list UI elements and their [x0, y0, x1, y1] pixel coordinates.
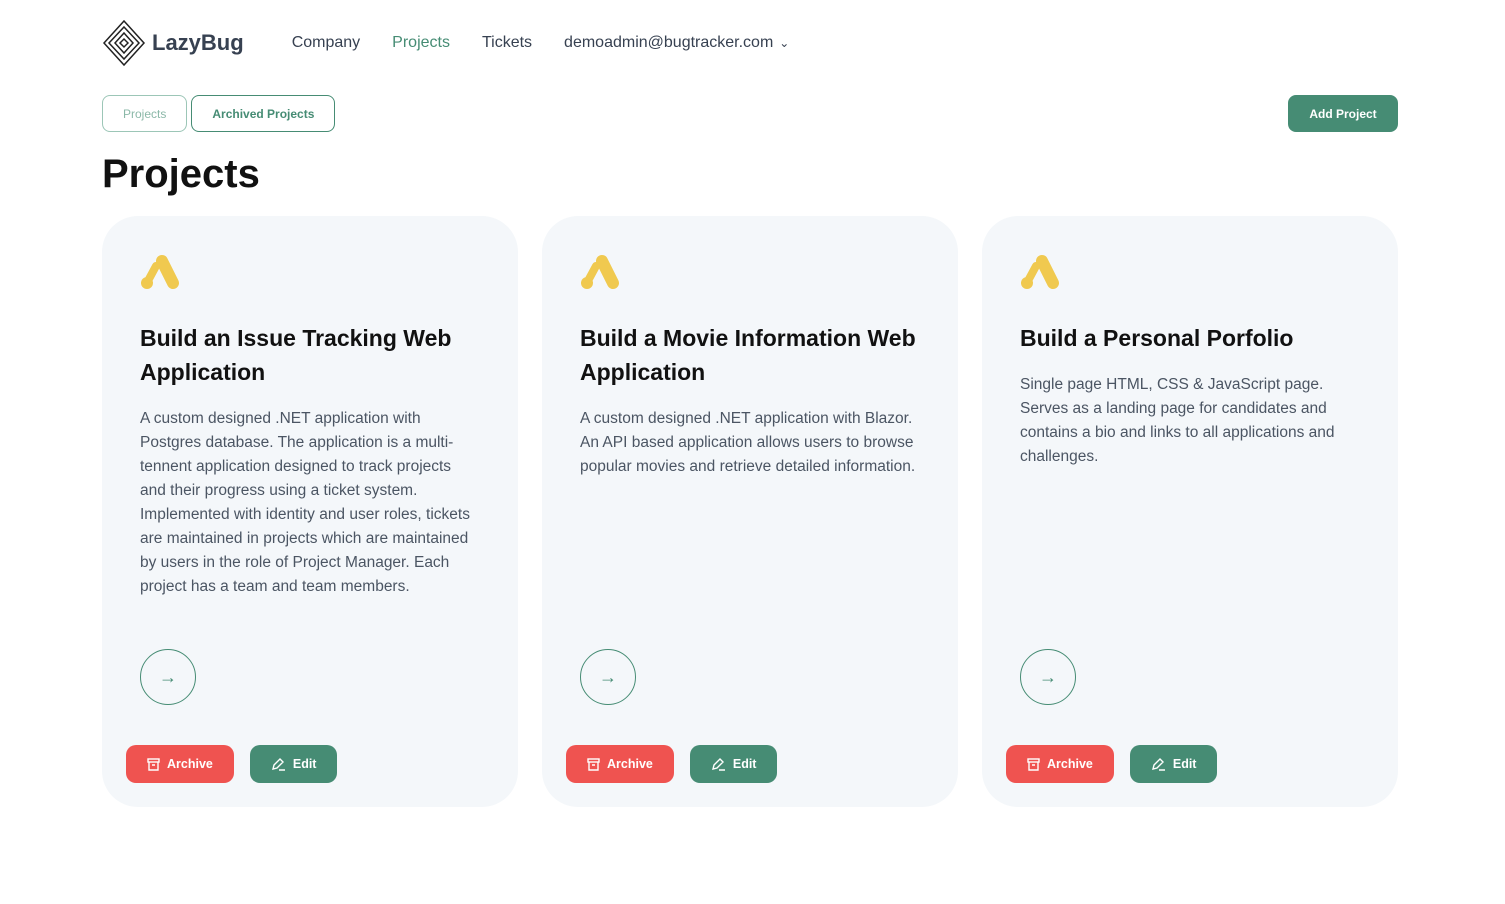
archive-button[interactable]: Archive — [566, 745, 674, 783]
archive-box-icon — [587, 757, 600, 771]
brand-logo[interactable]: LazyBug — [102, 19, 244, 67]
project-card: Build an Issue Tracking Web Application … — [102, 216, 518, 807]
user-menu[interactable]: demoadmin@bugtracker.com ⌄ — [564, 34, 789, 52]
open-project-button[interactable]: → — [580, 649, 636, 705]
open-project-button[interactable]: → — [140, 649, 196, 705]
archive-label: Archive — [167, 757, 213, 771]
project-card: Build a Personal Porfolio Single page HT… — [982, 216, 1398, 807]
brand-name: LazyBug — [152, 30, 244, 55]
edit-button[interactable]: Edit — [689, 745, 778, 783]
page-title: Projects — [102, 152, 260, 196]
top-nav: LazyBug Company Projects Tickets demoadm… — [102, 18, 821, 68]
pencil-icon — [1151, 758, 1165, 771]
open-project-button[interactable]: → — [1020, 649, 1076, 705]
archive-label: Archive — [1047, 757, 1093, 771]
nav-tickets[interactable]: Tickets — [482, 34, 532, 52]
edit-label: Edit — [732, 757, 757, 771]
arrow-right-icon: → — [159, 666, 177, 687]
archive-box-icon — [147, 757, 160, 771]
project-description: A custom designed .NET application with … — [580, 410, 916, 475]
project-card: Build a Movie Information Web Applicatio… — [542, 216, 958, 807]
project-tabs: Projects Archived Projects — [102, 95, 336, 132]
archive-button[interactable]: Archive — [1006, 745, 1114, 783]
user-email: demoadmin@bugtracker.com — [564, 34, 774, 51]
arrow-right-icon: → — [1039, 666, 1057, 687]
pencil-icon — [271, 758, 285, 771]
arrow-right-icon: → — [599, 666, 617, 687]
pencil-icon — [711, 758, 725, 771]
project-icon — [141, 255, 179, 289]
project-title: Build a Personal Porfolio — [1020, 325, 1294, 351]
edit-button[interactable]: Edit — [1129, 745, 1218, 783]
edit-label: Edit — [1172, 757, 1197, 771]
chevron-down-icon: ⌄ — [779, 36, 790, 50]
archive-box-icon — [1027, 757, 1040, 771]
archive-button[interactable]: Archive — [126, 745, 234, 783]
edit-label: Edit — [292, 757, 317, 771]
project-icon — [1021, 255, 1059, 289]
tab-projects[interactable]: Projects — [102, 95, 188, 132]
project-icon — [581, 255, 619, 289]
archive-label: Archive — [607, 757, 653, 771]
edit-button[interactable]: Edit — [249, 745, 338, 783]
tab-archived-projects[interactable]: Archived Projects — [191, 95, 336, 132]
project-title: Build an Issue Tracking Web Application — [140, 325, 452, 385]
project-title: Build a Movie Information Web Applicatio… — [580, 325, 916, 385]
nav-projects[interactable]: Projects — [392, 34, 450, 52]
diamond-logo-icon — [102, 19, 146, 67]
project-description: A custom designed .NET application with … — [140, 410, 470, 595]
project-description: Single page HTML, CSS & JavaScript page.… — [1020, 376, 1335, 465]
nav-company[interactable]: Company — [292, 34, 360, 52]
add-project-button[interactable]: Add Project — [1288, 95, 1398, 132]
